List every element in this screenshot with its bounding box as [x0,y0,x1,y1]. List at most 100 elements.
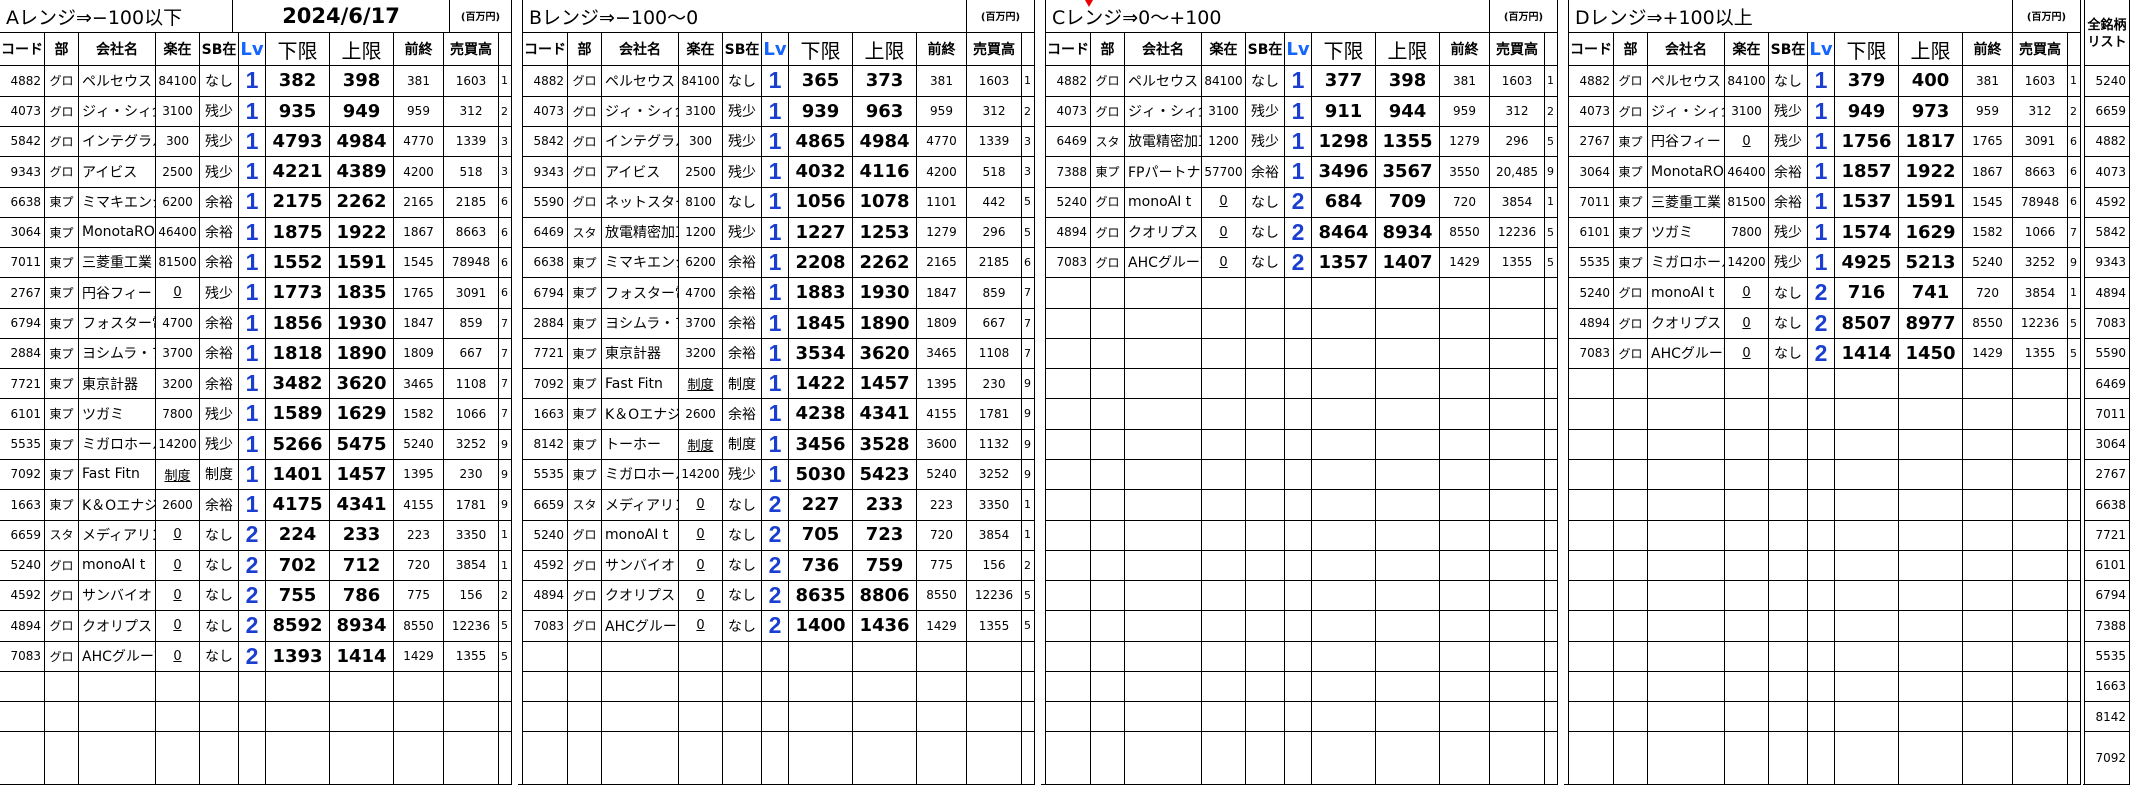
cell-lv[interactable]: 1 [1808,217,1835,249]
cell-name[interactable]: 三菱重工業 [79,247,156,279]
empty-cell[interactable] [1899,520,1963,551]
cell-hi[interactable]: 8977 [1899,308,1963,339]
empty-cell[interactable] [1285,701,1312,733]
cell-code[interactable]: 4894 [1569,308,1614,339]
empty-cell[interactable] [1285,731,1312,785]
cell-lv[interactable]: 1 [762,429,789,460]
empty-cell[interactable] [1569,580,1614,612]
empty-cell[interactable] [1899,731,1963,785]
cell-sales[interactable]: 1108 [967,338,1022,370]
all-list-code[interactable]: 4592 [2085,187,2130,218]
empty-cell[interactable] [1376,671,1440,703]
empty-cell[interactable] [568,671,602,703]
cell-r[interactable]: 2 [1022,96,1035,128]
cell-prev[interactable]: 959 [1440,96,1490,128]
cell-sb[interactable]: 余裕 [723,338,762,370]
empty-cell[interactable] [266,731,330,785]
empty-cell[interactable] [1614,731,1648,785]
cell-name[interactable]: ジィ・シィ企 [602,96,679,128]
cell-code[interactable]: 6659 [523,489,568,521]
cell-sec[interactable]: グロ [1614,308,1648,339]
empty-cell[interactable] [1312,731,1376,785]
empty-cell[interactable] [1769,368,1808,400]
cell-name[interactable]: ヨシムラ・フ [602,308,679,339]
cell-lv[interactable]: 1 [762,156,789,188]
empty-cell[interactable] [1125,489,1202,521]
empty-cell[interactable] [1376,520,1440,551]
cell-r[interactable]: 5 [1022,610,1035,642]
empty-cell[interactable] [1091,701,1125,733]
all-list-code[interactable]: 7092 [2085,731,2130,785]
cell-sb[interactable]: なし [1246,66,1285,97]
empty-cell[interactable] [602,731,679,785]
empty-cell[interactable] [1312,429,1376,460]
cell-sb[interactable]: なし [723,580,762,612]
cell-rak[interactable]: 3200 [156,368,200,400]
cell-sec[interactable]: グロ [1614,277,1648,309]
cell-sec[interactable]: グロ [45,96,79,128]
cell-name[interactable]: フォスター電 [602,277,679,309]
empty-cell[interactable] [1091,398,1125,430]
empty-cell[interactable] [1022,641,1035,672]
all-list-code[interactable]: 4894 [2085,277,2130,309]
cell-prev[interactable]: 775 [917,550,967,582]
empty-cell[interactable] [1614,550,1648,582]
cell-r[interactable]: 5 [1022,580,1035,612]
empty-cell[interactable] [1246,520,1285,551]
cell-rak[interactable]: 46400 [156,217,200,249]
empty-cell[interactable] [1648,641,1725,672]
cell-prev[interactable]: 1809 [917,308,967,339]
cell-sb[interactable]: なし [723,66,762,97]
empty-cell[interactable] [239,701,266,733]
cell-prev[interactable]: 959 [1963,96,2013,128]
empty-cell[interactable] [1614,701,1648,733]
all-list-code[interactable]: 1663 [2085,671,2130,703]
cell-r[interactable]: 3 [499,126,512,158]
empty-cell[interactable] [523,671,568,703]
cell-prev[interactable]: 2165 [917,247,967,279]
cell-lv[interactable]: 1 [239,429,266,460]
empty-cell[interactable] [1569,671,1614,703]
empty-cell[interactable] [2013,429,2068,460]
empty-cell[interactable] [1835,610,1899,642]
cell-rak[interactable]: 3100 [679,96,723,128]
cell-prev[interactable]: 381 [1963,66,2013,97]
empty-cell[interactable] [967,731,1022,785]
cell-sb[interactable]: 余裕 [200,217,239,249]
cell-sales[interactable]: 1132 [967,429,1022,460]
empty-cell[interactable] [2068,701,2081,733]
cell-rak[interactable]: 0 [1202,217,1246,249]
cell-lo[interactable]: 1883 [789,277,853,309]
empty-cell[interactable] [1614,489,1648,521]
empty-cell[interactable] [1545,520,1558,551]
empty-cell[interactable] [1963,731,2013,785]
cell-sb[interactable]: 余裕 [723,277,762,309]
empty-cell[interactable] [1648,459,1725,491]
cell-hi[interactable]: 4984 [330,126,394,158]
empty-cell[interactable] [1046,398,1091,430]
cell-sb[interactable]: なし [1246,187,1285,218]
cell-hi[interactable]: 1890 [853,308,917,339]
cell-sales[interactable]: 442 [967,187,1022,218]
cell-lo[interactable]: 1056 [789,187,853,218]
empty-cell[interactable] [2068,731,2081,785]
empty-cell[interactable] [1312,459,1376,491]
cell-code[interactable]: 2767 [0,277,45,309]
cell-code[interactable]: 6794 [523,277,568,309]
cell-sales[interactable]: 1603 [2013,66,2068,97]
cell-lv[interactable]: 1 [239,308,266,339]
empty-cell[interactable] [1091,671,1125,703]
cell-sales[interactable]: 3350 [444,520,499,551]
cell-rak[interactable]: 81500 [156,247,200,279]
cell-name[interactable]: ジィ・シィ企 [1648,96,1725,128]
empty-cell[interactable] [1312,610,1376,642]
cell-code[interactable]: 5842 [0,126,45,158]
cell-sec[interactable]: グロ [45,580,79,612]
cell-name[interactable]: ジィ・シィ企 [79,96,156,128]
cell-r[interactable]: 2 [499,580,512,612]
cell-name[interactable]: AHCグループ [79,641,156,672]
empty-cell[interactable] [1569,368,1614,400]
empty-cell[interactable] [1091,550,1125,582]
all-list-code[interactable]: 4073 [2085,156,2130,188]
empty-cell[interactable] [444,731,499,785]
